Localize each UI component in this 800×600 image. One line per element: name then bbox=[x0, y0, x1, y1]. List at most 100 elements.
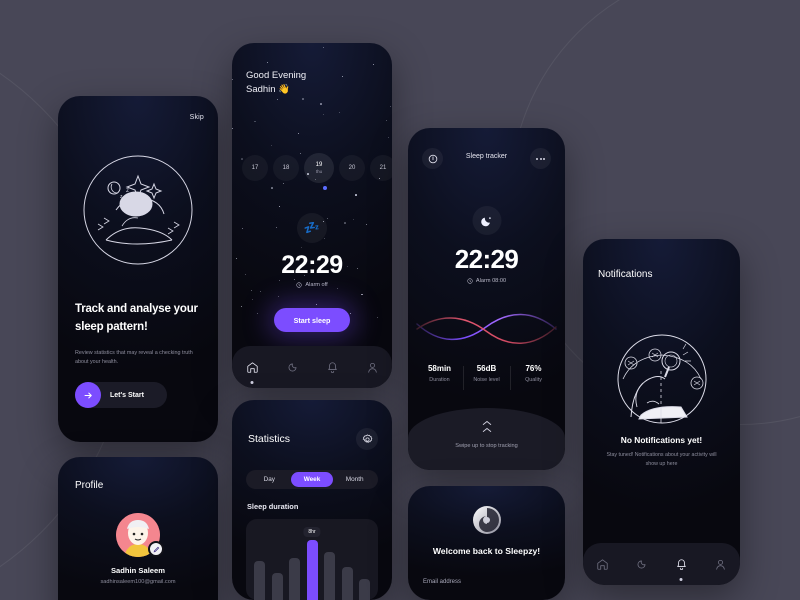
star-dot bbox=[279, 205, 281, 207]
ellipsis-icon[interactable] bbox=[530, 148, 551, 169]
star-dot bbox=[297, 132, 299, 134]
gear-icon[interactable] bbox=[356, 428, 378, 450]
bottom-nav bbox=[232, 346, 392, 388]
nav-home[interactable] bbox=[241, 356, 263, 384]
tracker-alarm-row[interactable]: Alarm 08:00 bbox=[408, 278, 565, 284]
greeting-line-2: Sadhin 👋 bbox=[246, 84, 291, 95]
moon-stats-icon bbox=[637, 560, 646, 568]
lets-start-button[interactable]: Let's Start bbox=[75, 382, 167, 408]
date-active-indicator bbox=[323, 186, 327, 190]
screen-welcome-login: Welcome back to Sleepzy! Email address bbox=[408, 486, 565, 600]
person-icon bbox=[716, 559, 725, 570]
chart-bar[interactable] bbox=[341, 567, 353, 600]
profile-title: Profile bbox=[75, 480, 104, 491]
screen-home: Good Evening Sadhin 👋 171819thu202122 💤 … bbox=[232, 43, 392, 388]
stat-label: Noise level bbox=[473, 377, 500, 383]
chart-bar[interactable] bbox=[306, 540, 318, 600]
lets-start-label: Let's Start bbox=[110, 391, 144, 399]
chart-bar[interactable] bbox=[271, 573, 283, 600]
avatar-wrapper[interactable] bbox=[116, 513, 164, 557]
home-alarm-label: Alarm off bbox=[305, 282, 328, 288]
nav-bell[interactable] bbox=[321, 356, 343, 378]
bottom-nav bbox=[583, 543, 740, 585]
star-dot bbox=[355, 194, 357, 196]
star-dot bbox=[322, 114, 324, 116]
star-dot bbox=[232, 79, 234, 81]
period-toggle[interactable]: Day Week Month bbox=[246, 470, 378, 489]
clock-icon bbox=[296, 282, 302, 288]
clock-icon bbox=[467, 278, 473, 284]
star-dot bbox=[259, 291, 261, 293]
date-chip-17[interactable]: 17 bbox=[242, 155, 268, 181]
star-dot bbox=[241, 305, 243, 307]
star-dot bbox=[349, 312, 351, 314]
period-day[interactable]: Day bbox=[248, 472, 291, 487]
star-dot bbox=[376, 316, 378, 318]
star-dot bbox=[266, 62, 268, 64]
sleeping-person-illustration: z z bbox=[76, 148, 200, 272]
star-dot bbox=[324, 238, 326, 240]
star-dot bbox=[389, 105, 391, 107]
star-dot bbox=[323, 46, 325, 48]
screen-sleep-tracker: Sleep tracker 22:29 Alarm 08:00 58min Du… bbox=[408, 128, 565, 470]
pencil-icon[interactable] bbox=[148, 541, 164, 557]
date-chip-19[interactable]: 19 thu bbox=[304, 153, 334, 183]
period-month[interactable]: Month bbox=[333, 472, 376, 487]
nav-moon-stats[interactable] bbox=[631, 553, 653, 575]
skip-button[interactable]: Skip bbox=[190, 114, 204, 121]
star-dot bbox=[279, 280, 281, 282]
nav-moon-stats[interactable] bbox=[281, 356, 303, 378]
star-dot bbox=[385, 120, 387, 121]
nav-bell[interactable] bbox=[670, 553, 692, 581]
chart-bar[interactable] bbox=[289, 558, 300, 600]
greeting-block: Good Evening Sadhin 👋 bbox=[246, 70, 306, 95]
chart-bars[interactable] bbox=[254, 534, 370, 600]
sleep-duration-chart: 8hr bbox=[246, 519, 378, 600]
empty-notifications-illustration bbox=[603, 317, 721, 435]
date-strip[interactable]: 171819thu202122 bbox=[232, 153, 392, 183]
svg-text:z: z bbox=[126, 188, 129, 194]
star-dot bbox=[251, 299, 253, 301]
arrow-right-icon bbox=[75, 382, 101, 408]
empty-state-subtitle: Stay tuned! Notifications about your act… bbox=[606, 452, 717, 467]
swipe-up-sheet[interactable]: Swipe up to stop tracking bbox=[408, 408, 565, 470]
sleep-duration-label: Sleep duration bbox=[247, 502, 299, 511]
period-week[interactable]: Week bbox=[290, 472, 334, 487]
bell-icon bbox=[676, 558, 686, 570]
stat-label: Duration bbox=[429, 377, 450, 383]
date-number: 17 bbox=[251, 165, 259, 171]
star-dot bbox=[320, 103, 322, 105]
tracker-alarm-label: Alarm 08:00 bbox=[475, 278, 507, 284]
date-chip-18[interactable]: 18 bbox=[273, 155, 299, 181]
date-number: 21 bbox=[379, 165, 387, 171]
swipe-label: Swipe up to stop tracking bbox=[455, 443, 518, 449]
star-dot bbox=[283, 183, 285, 185]
home-clock: 22:29 bbox=[281, 251, 343, 279]
nav-person[interactable] bbox=[709, 553, 731, 575]
star-dot bbox=[271, 187, 273, 189]
star-dot bbox=[366, 224, 368, 226]
stat-quality: 76% Quality bbox=[510, 364, 557, 390]
screen-statistics: Statistics Day Week Month Sleep duration 8… bbox=[232, 400, 392, 600]
onboarding-title: Track and analyse your sleep pattern! bbox=[75, 303, 198, 333]
chart-bar[interactable] bbox=[324, 552, 335, 600]
stat-value: 58min bbox=[427, 364, 452, 373]
chart-bar[interactable] bbox=[359, 579, 370, 600]
nav-home[interactable] bbox=[592, 553, 614, 575]
nav-active-dot bbox=[250, 381, 254, 384]
statistics-title: Statistics bbox=[248, 433, 291, 445]
star-dot bbox=[270, 145, 272, 147]
date-chip-20[interactable]: 20 bbox=[339, 155, 365, 181]
star-dot bbox=[254, 120, 256, 123]
star-dot bbox=[372, 63, 374, 65]
start-sleep-button[interactable]: Start sleep bbox=[274, 308, 350, 332]
chart-bar[interactable] bbox=[254, 561, 265, 600]
noise-waveform bbox=[415, 306, 558, 348]
star-dot bbox=[341, 76, 343, 78]
date-chip-21[interactable]: 21 bbox=[370, 155, 392, 181]
home-alarm-row[interactable]: Alarm off bbox=[232, 282, 392, 288]
welcome-title: Welcome back to Sleepzy! bbox=[432, 546, 541, 556]
nav-person[interactable] bbox=[361, 356, 383, 378]
date-number: 20 bbox=[348, 165, 356, 171]
star-dot bbox=[302, 97, 304, 100]
